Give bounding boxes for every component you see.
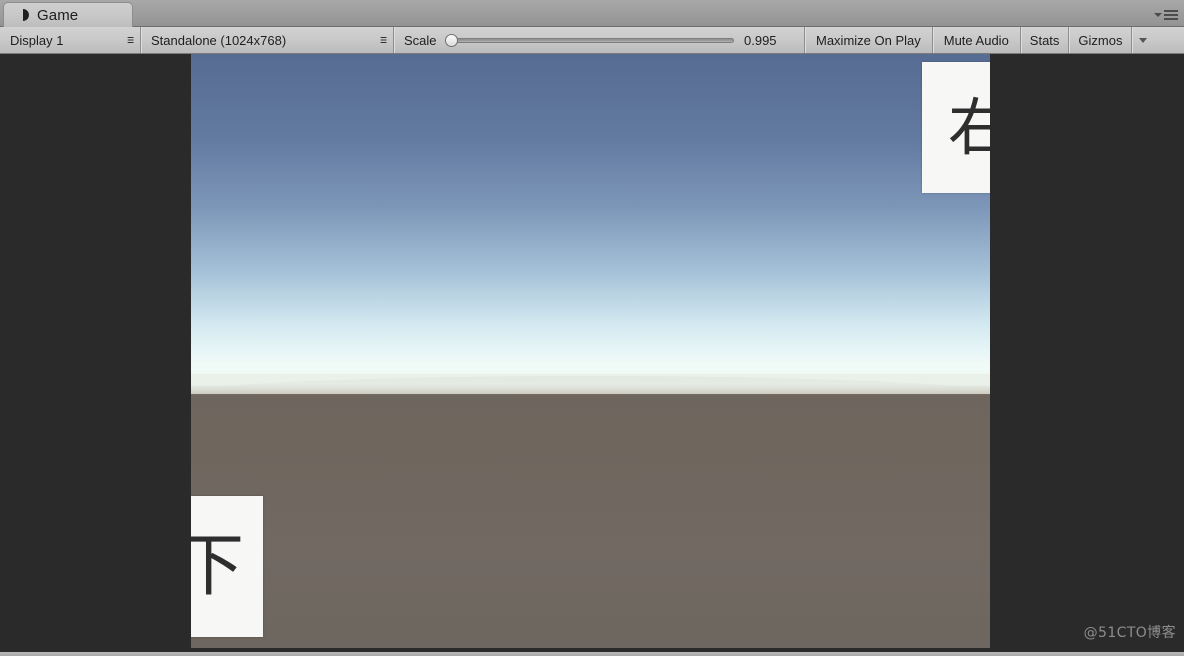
ground-plane — [191, 376, 990, 648]
tab-game-label: Game — [37, 6, 79, 24]
resolution-popup[interactable]: Standalone (1024x768) ≡ — [141, 27, 393, 53]
tab-strip: Game — [0, 0, 1184, 27]
game-toolbar: Display 1 ≡ Standalone (1024x768) ≡ Scal… — [0, 27, 1184, 54]
sign-down-label: 下 — [191, 526, 244, 606]
scale-label: Scale — [404, 32, 437, 48]
window-menu-icon[interactable] — [1152, 8, 1178, 22]
maximize-on-play-button[interactable]: Maximize On Play — [805, 27, 932, 53]
mute-audio-button[interactable]: Mute Audio — [933, 27, 1020, 53]
sky-gradient — [191, 54, 990, 386]
hamburger-icon — [1164, 10, 1178, 20]
game-area: 右 下 @51CTO博客 — [0, 54, 1184, 652]
chevron-down-icon — [1139, 37, 1148, 43]
scale-slider[interactable] — [444, 33, 734, 47]
sign-down: 下 — [191, 496, 263, 637]
sign-right: 右 — [922, 62, 990, 193]
watermark: @51CTO博客 — [1083, 625, 1176, 641]
horizon-haze — [191, 354, 990, 394]
gizmos-button[interactable]: Gizmos — [1069, 27, 1131, 53]
game-viewport[interactable]: 右 下 — [191, 54, 990, 648]
unity-game-window: Game Display 1 ≡ Standalone (1024x768) ≡… — [0, 0, 1184, 656]
stepper-icon: ≡ — [379, 31, 387, 49]
sign-right-label: 右 — [947, 90, 990, 164]
scale-value: 0.995 — [744, 32, 777, 48]
scale-control: Scale 0.995 — [394, 27, 804, 53]
tab-game[interactable]: Game — [3, 2, 133, 27]
gizmos-dropdown-button[interactable] — [1132, 27, 1154, 53]
display-popup-label: Display 1 — [10, 32, 64, 48]
display-popup[interactable]: Display 1 ≡ — [0, 27, 140, 53]
game-pacman-icon — [23, 9, 29, 21]
window-bottom-strip — [0, 652, 1184, 656]
scale-slider-track[interactable] — [452, 37, 734, 43]
stepper-icon: ≡ — [126, 31, 134, 49]
menu-caret-icon — [1154, 12, 1162, 17]
scale-slider-thumb[interactable] — [444, 33, 458, 47]
stats-button[interactable]: Stats — [1021, 27, 1069, 53]
resolution-popup-label: Standalone (1024x768) — [151, 32, 287, 48]
